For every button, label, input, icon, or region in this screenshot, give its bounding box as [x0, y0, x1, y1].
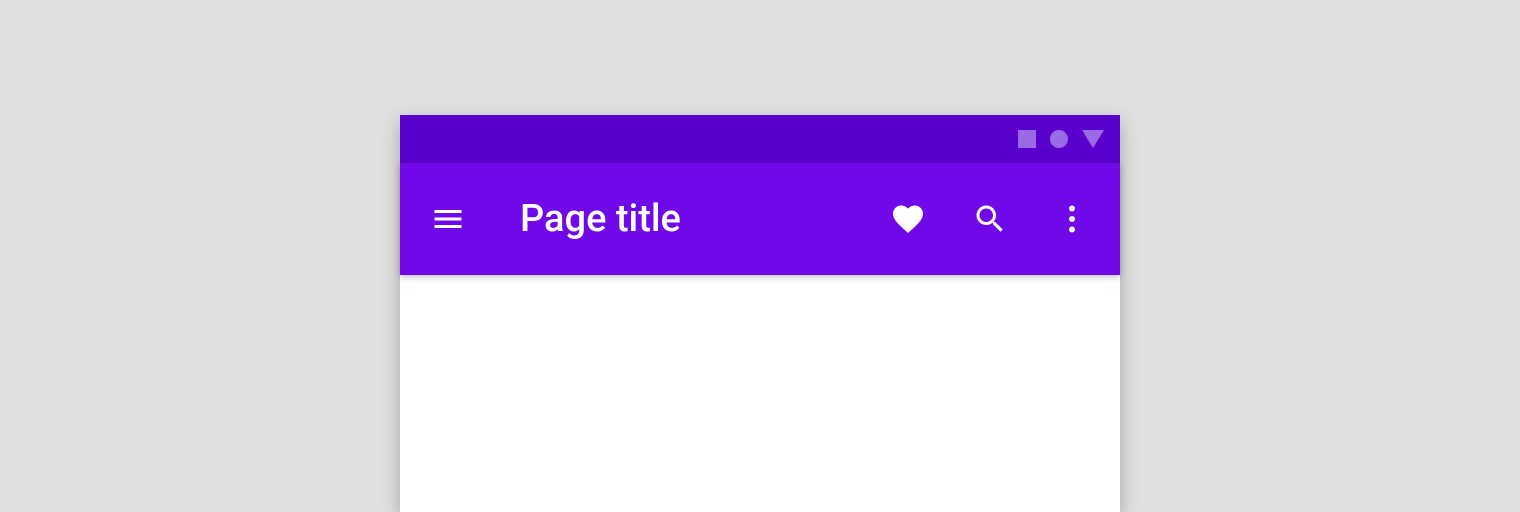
overflow-menu-button[interactable]: [1048, 195, 1096, 243]
status-circle-icon: [1050, 130, 1068, 148]
action-buttons: [884, 195, 1096, 243]
device-frame: Page title: [400, 115, 1120, 512]
status-triangle-down-icon: [1082, 130, 1104, 148]
more-vert-icon: [1054, 201, 1090, 237]
content-area: [400, 275, 1120, 512]
search-icon: [972, 201, 1008, 237]
heart-icon: [890, 201, 926, 237]
status-square-icon: [1018, 130, 1036, 148]
menu-icon: [430, 201, 466, 237]
search-button[interactable]: [966, 195, 1014, 243]
favorite-button[interactable]: [884, 195, 932, 243]
app-bar: Page title: [400, 163, 1120, 275]
navigation-button[interactable]: [424, 195, 472, 243]
page-title: Page title: [520, 197, 884, 241]
status-bar: [400, 115, 1120, 163]
